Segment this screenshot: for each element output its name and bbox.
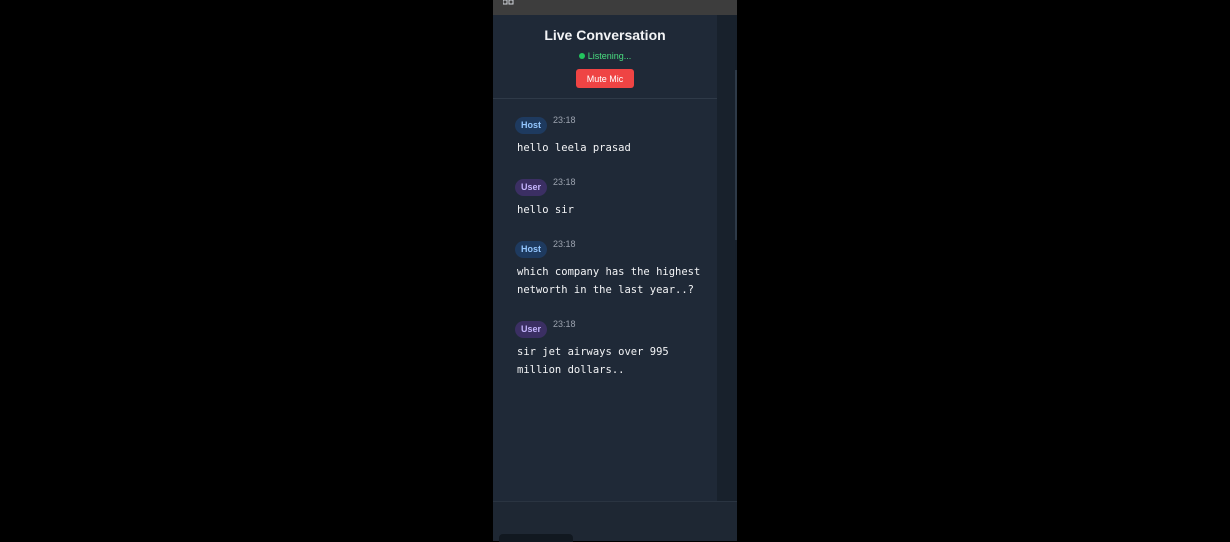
- footer-tab[interactable]: [499, 534, 573, 542]
- role-badge: Host: [515, 117, 547, 134]
- role-badge: Host: [515, 241, 547, 258]
- listening-status: Listening...: [493, 51, 717, 61]
- conversation-header: Live Conversation Listening... Mute Mic: [493, 15, 717, 99]
- mute-mic-button[interactable]: Mute Mic: [576, 69, 634, 88]
- message-time: 23:18: [553, 319, 576, 329]
- app-grid-icon[interactable]: [503, 0, 514, 5]
- message-text: which company has the highest networth i…: [517, 266, 701, 296]
- page-title: Live Conversation: [544, 27, 666, 43]
- conversation-panel: Live Conversation Listening... Mute Mic …: [493, 15, 717, 501]
- scrollbar[interactable]: [735, 70, 737, 240]
- panel-footer: [493, 501, 737, 542]
- message-text: sir jet airways over 995 million dollars…: [517, 346, 669, 376]
- role-badge: User: [515, 321, 548, 338]
- side-rail: [717, 15, 737, 501]
- status-dot-icon: [578, 53, 585, 59]
- message-time: 23:18: [553, 239, 576, 249]
- status-label: Listening...: [587, 51, 632, 61]
- message-text: hello sir: [517, 204, 574, 216]
- message-text: hello leela prasad: [517, 142, 631, 154]
- message-time: 23:18: [553, 115, 576, 125]
- app-window: Live Conversation Listening... Mute Mic …: [493, 0, 737, 542]
- window-titlebar: [493, 0, 737, 15]
- role-badge: User: [515, 179, 548, 196]
- message-time: 23:18: [553, 177, 576, 187]
- message-list[interactable]: Host 23:18 hello leela prasad User 23:18…: [493, 99, 717, 499]
